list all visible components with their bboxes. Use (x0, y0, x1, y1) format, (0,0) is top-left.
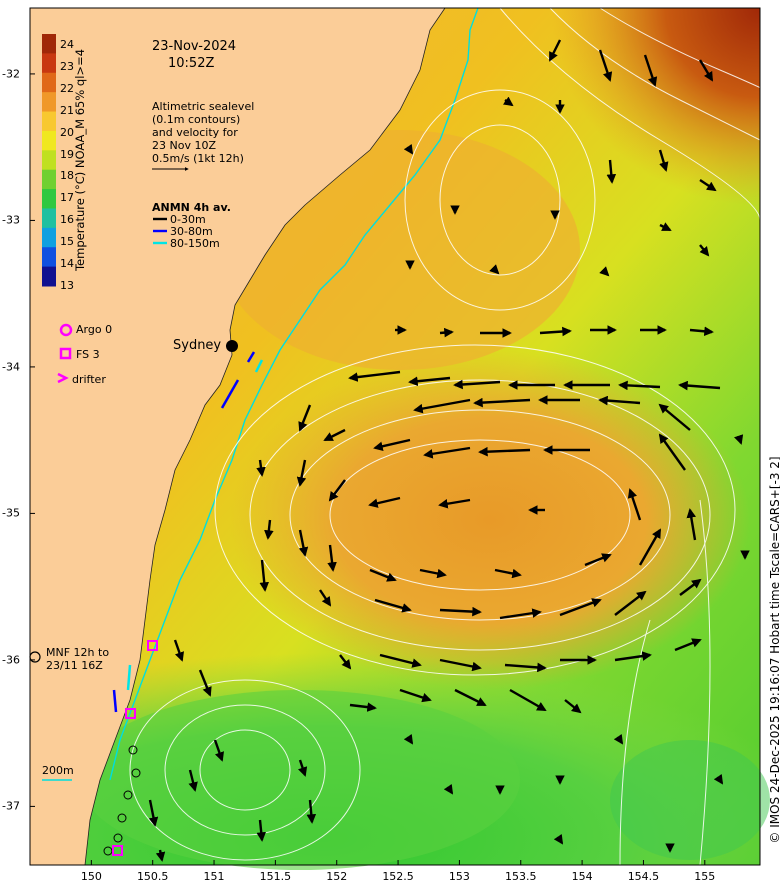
colorbar-tick-label: 22 (60, 81, 74, 95)
plot-area (29, 7, 770, 870)
isobath-label: 200m (42, 764, 74, 777)
sea-temperature-map (29, 7, 770, 870)
colorbar (42, 34, 56, 287)
colorbar-swatch (42, 53, 56, 74)
legend-fs: FS 3 (76, 348, 100, 361)
anmn-item: 80-150m (170, 237, 220, 250)
x-tick-label: 152 (326, 870, 348, 883)
colorbar-swatch (42, 72, 56, 93)
colorbar-tick-label: 19 (60, 147, 74, 161)
legend-argo: Argo 0 (76, 323, 113, 336)
x-tick-label: 152.5 (382, 870, 414, 883)
colorbar-swatch (42, 111, 56, 132)
colorbar-label: Temperature (°C) NOAA_M 65% ql>=4 (73, 48, 87, 272)
colorbar-tick-label: 24 (60, 37, 74, 51)
map-time: 10:52Z (168, 56, 215, 71)
x-tick-label: 153.5 (505, 870, 537, 883)
y-tick-label: -33 (2, 213, 20, 227)
x-tick-label: 151.5 (259, 870, 292, 883)
colorbar-swatch (42, 208, 56, 229)
info-line: Altimetric sealevel (152, 100, 255, 113)
x-tick-label: 154 (571, 870, 593, 883)
y-tick-label: -37 (2, 799, 20, 813)
legend-drifter: drifter (72, 373, 106, 386)
colorbar-swatch (42, 169, 56, 190)
colorbar-swatch (42, 150, 56, 171)
y-tick-label: -35 (2, 506, 20, 520)
info-line: 23 Nov 10Z (152, 139, 216, 152)
y-tick-label: -34 (2, 360, 20, 374)
x-tick-label: 151 (203, 870, 225, 883)
x-tick-label: 155 (694, 870, 716, 883)
colorbar-swatch (42, 247, 56, 268)
colorbar-tick-label: 23 (60, 59, 74, 73)
colorbar-tick-label: 18 (60, 169, 74, 183)
colorbar-swatch (42, 189, 56, 209)
x-tick-label: 154.5 (627, 870, 660, 883)
colorbar-tick-label: 16 (60, 213, 74, 227)
colorbar-tick-label: 17 (60, 191, 74, 205)
mnf-label: MNF 12h to (46, 646, 110, 659)
colorbar-swatch (42, 92, 56, 113)
colorbar-swatch (42, 266, 56, 287)
y-tick-label: -36 (2, 653, 20, 667)
y-tick-label: -32 (2, 67, 20, 81)
colorbar-tick-label: 20 (60, 125, 74, 139)
colorbar-swatch (42, 130, 56, 151)
colorbar-tick-label: 21 (60, 103, 74, 117)
colorbar-tick-label: 14 (60, 257, 74, 271)
x-tick-label: 150 (80, 870, 102, 883)
colorbar-tick-label: 13 (60, 279, 74, 292)
sydney-marker (226, 340, 238, 352)
info-line: (0.1m contours) (152, 113, 241, 126)
map-date: 23-Nov-2024 (152, 39, 237, 54)
x-tick-label: 153 (448, 870, 470, 883)
place-sydney: Sydney (173, 338, 222, 353)
info-line: 0.5m/s (1kt 12h) (152, 152, 244, 165)
mnf-label: 23/11 16Z (46, 659, 103, 672)
colorbar-swatch (42, 227, 56, 248)
credit-text: © IMOS 24-Dec-2025 19:16:07 Hobart time … (768, 456, 780, 843)
info-line: and velocity for (152, 126, 238, 139)
colorbar-tick-label: 15 (60, 235, 74, 249)
colorbar-swatch (42, 34, 56, 54)
x-tick-label: 150.5 (136, 870, 169, 883)
